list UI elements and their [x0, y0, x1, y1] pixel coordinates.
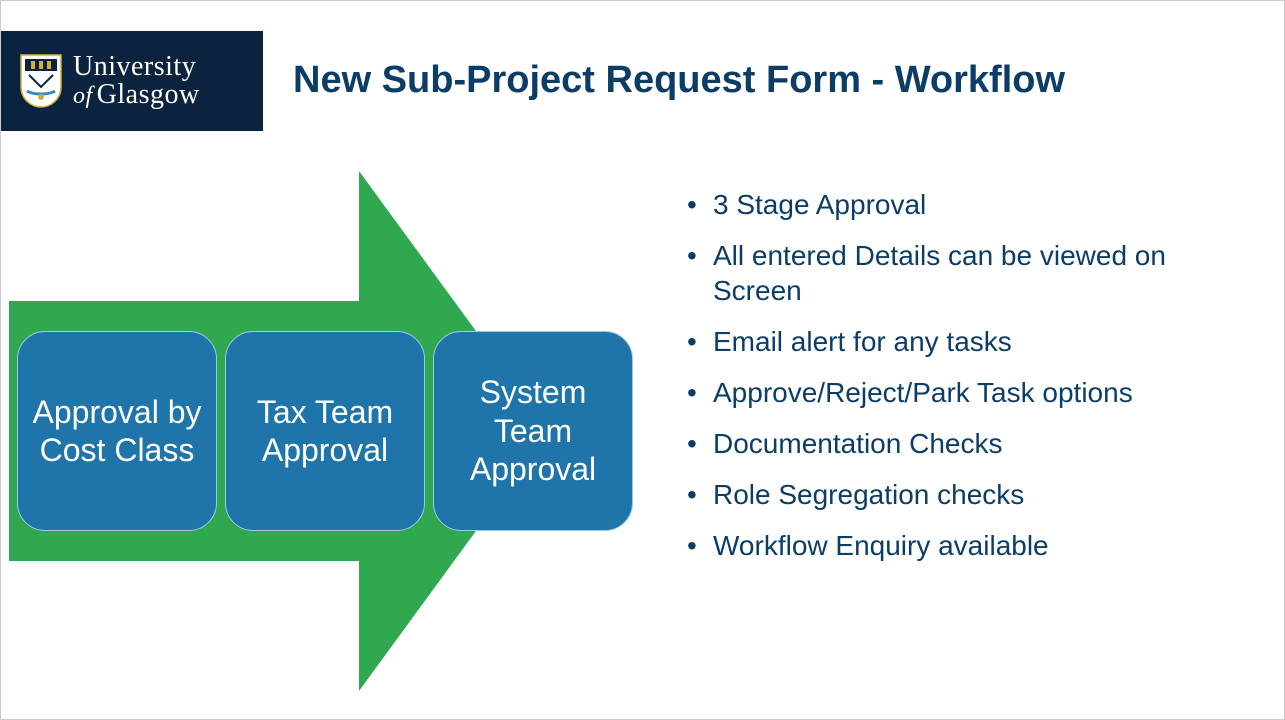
- university-logo-text: University ofGlasgow: [73, 53, 200, 109]
- slide-title: New Sub-Project Request Form - Workflow: [293, 59, 1065, 102]
- stage-box-1: Approval by Cost Class: [17, 331, 217, 531]
- stage-box-2: Tax Team Approval: [225, 331, 425, 531]
- list-item: Workflow Enquiry available: [707, 528, 1239, 563]
- list-item: All entered Details can be viewed on Scr…: [707, 238, 1239, 308]
- bullet-list: 3 Stage Approval All entered Details can…: [679, 187, 1239, 579]
- logo-line-2: ofGlasgow: [73, 81, 200, 109]
- list-item: Email alert for any tasks: [707, 324, 1239, 359]
- stage-box-3: System Team Approval: [433, 331, 633, 531]
- workflow-arrow-diagram: Approval by Cost Class Tax Team Approval…: [9, 171, 659, 691]
- list-item: Approve/Reject/Park Task options: [707, 375, 1239, 410]
- logo-of: of: [73, 83, 93, 109]
- logo-line-1: University: [73, 53, 200, 81]
- slide: University ofGlasgow New Sub-Project Req…: [0, 0, 1285, 720]
- list-item: Documentation Checks: [707, 426, 1239, 461]
- logo-city: Glasgow: [97, 79, 200, 110]
- university-crest-icon: [19, 53, 63, 109]
- list-item: 3 Stage Approval: [707, 187, 1239, 222]
- university-logo-block: University ofGlasgow: [1, 31, 263, 131]
- list-item: Role Segregation checks: [707, 477, 1239, 512]
